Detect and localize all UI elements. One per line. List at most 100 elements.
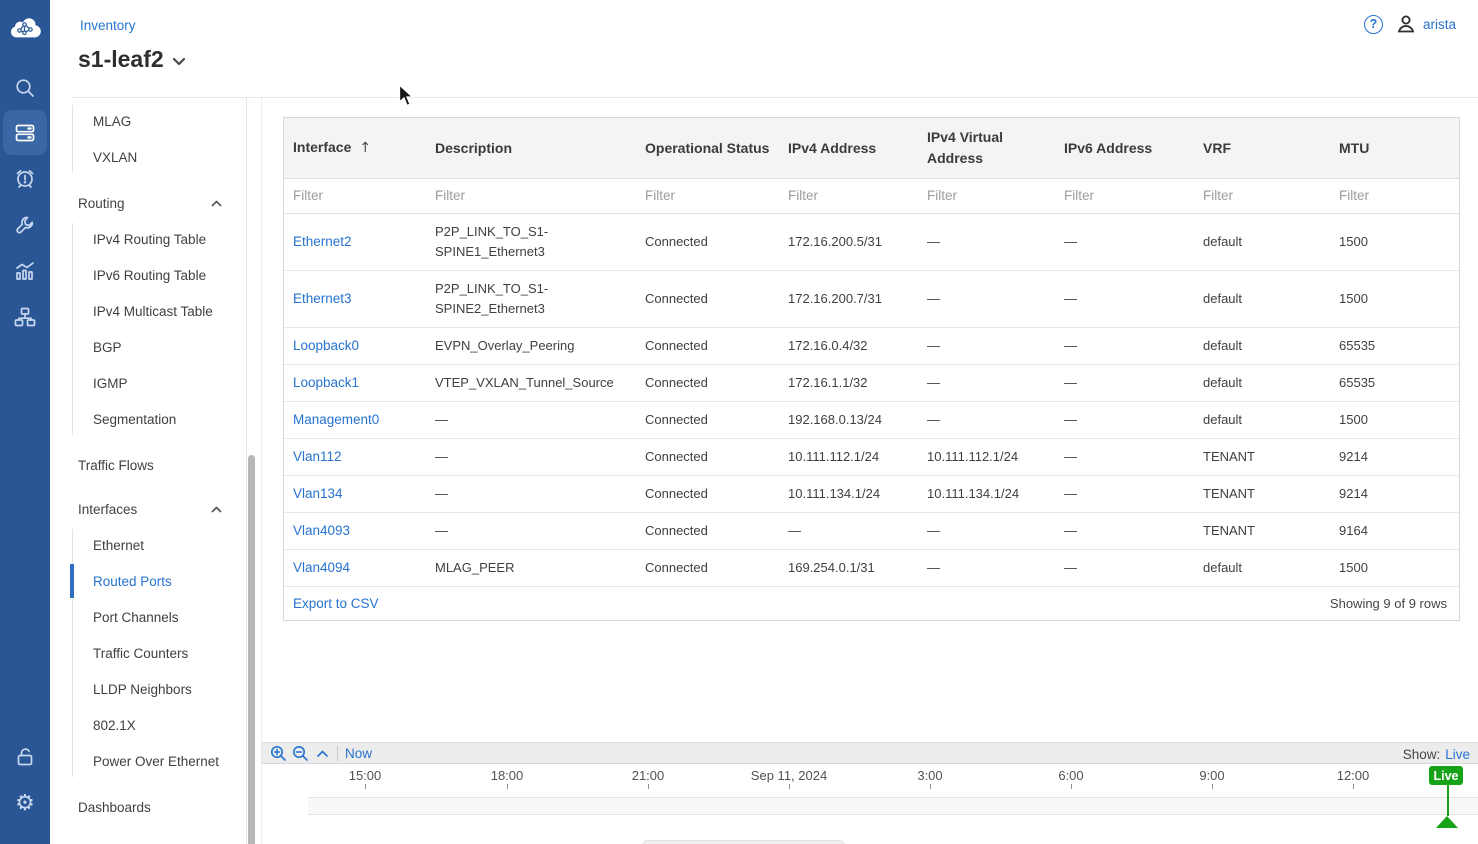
vrf-cell: TENANT: [1194, 476, 1330, 512]
cloudvision-logo-icon[interactable]: [8, 15, 42, 41]
ipv6-cell: —: [1055, 365, 1194, 401]
table-header-row: Interface↑ Description Operational Statu…: [284, 118, 1459, 179]
sidebar-item-ipv4-multicast-table[interactable]: IPv4 Multicast Table: [50, 293, 246, 329]
device-sidebar: MLAG VXLAN Routing IPv4 Routing Table IP…: [50, 98, 247, 844]
tick-mark: [1212, 784, 1213, 789]
description-cell: —: [426, 513, 636, 549]
ipv4-virtual-cell: —: [918, 328, 1055, 364]
breadcrumb-inventory[interactable]: Inventory: [80, 18, 136, 33]
interface-link[interactable]: Vlan4094: [284, 550, 426, 586]
sidebar-scrollbar[interactable]: [248, 455, 255, 844]
sidebar-item-port-channels[interactable]: Port Channels: [50, 599, 246, 635]
tick-mark: [507, 784, 508, 789]
sidebar-item-power-over-ethernet[interactable]: Power Over Ethernet: [50, 743, 246, 779]
vrf-cell: default: [1194, 224, 1330, 260]
sidebar-item-ipv4-routing-table[interactable]: IPv4 Routing Table: [50, 221, 246, 257]
interface-link[interactable]: Loopback0: [284, 328, 426, 364]
interface-link[interactable]: Ethernet3: [284, 281, 426, 317]
export-to-csv-link[interactable]: Export to CSV: [293, 596, 379, 611]
filter-input-ipv6-address[interactable]: Filter: [1055, 179, 1194, 213]
timeline-collapse-icon[interactable]: [311, 743, 333, 763]
table-row: Loopback1 VTEP_VXLAN_Tunnel_Source Conne…: [284, 365, 1459, 402]
column-header-vrf[interactable]: VRF: [1194, 129, 1330, 168]
sidebar-item-8021x[interactable]: 802.1X: [50, 707, 246, 743]
live-cursor-badge[interactable]: Live: [1429, 766, 1463, 785]
filter-input-ipv4-address[interactable]: Filter: [779, 179, 918, 213]
interface-link[interactable]: Vlan4093: [284, 513, 426, 549]
sidebar-item-mlag[interactable]: MLAG: [50, 103, 246, 139]
tick-mark: [1353, 784, 1354, 789]
settings-gear-icon[interactable]: ⚙: [0, 786, 50, 822]
topology-icon[interactable]: [0, 299, 50, 335]
ipv4-virtual-cell: —: [918, 402, 1055, 438]
sidebar-item-vxlan[interactable]: VXLAN: [50, 139, 246, 175]
tick-label: 15:00: [349, 768, 382, 783]
tick-label: 6:00: [1058, 768, 1083, 783]
sidebar-item-bgp[interactable]: BGP: [50, 329, 246, 365]
description-cell: —: [426, 402, 636, 438]
metrics-chart-icon[interactable]: [0, 253, 50, 289]
tick-label: 21:00: [632, 768, 665, 783]
sidebar-item-routed-ports[interactable]: Routed Ports: [50, 563, 246, 599]
provisioning-wrench-icon[interactable]: [0, 207, 50, 243]
timeline-now-link[interactable]: Now: [345, 746, 372, 761]
column-header-mtu[interactable]: MTU: [1330, 129, 1459, 168]
sidebar-item-igmp[interactable]: IGMP: [50, 365, 246, 401]
search-icon[interactable]: [0, 70, 50, 106]
filter-input-ipv4-virtual-address[interactable]: Filter: [918, 179, 1055, 213]
page-title: s1-leaf2: [78, 46, 164, 73]
tick-label-date: Sep 11, 2024: [751, 768, 827, 783]
interface-link[interactable]: Loopback1: [284, 365, 426, 401]
device-selector[interactable]: s1-leaf2: [78, 46, 186, 73]
timeline-lane[interactable]: [308, 798, 1478, 814]
column-header-ipv4-address[interactable]: IPv4 Address: [779, 129, 918, 168]
column-header-operational-status[interactable]: Operational Status: [636, 129, 779, 168]
sidebar-item-traffic-flows[interactable]: Traffic Flows: [50, 447, 246, 483]
ipv4-cell: 172.16.200.5/31: [779, 224, 918, 260]
filter-input-mtu[interactable]: Filter: [1330, 179, 1459, 213]
events-alarm-icon[interactable]: [0, 160, 50, 196]
sidebar-item-segmentation[interactable]: Segmentation: [50, 401, 246, 437]
header-actions: ? arista: [1364, 13, 1456, 35]
sidebar-item-lldp-neighbors[interactable]: LLDP Neighbors: [50, 671, 246, 707]
timeline-zoom-out-icon[interactable]: [289, 743, 311, 763]
help-icon[interactable]: ?: [1364, 15, 1383, 34]
unlock-icon[interactable]: [0, 739, 50, 775]
column-header-ipv6-address[interactable]: IPv6 Address: [1055, 129, 1194, 168]
sidebar-item-ethernet[interactable]: Ethernet: [50, 527, 246, 563]
table-row: Vlan112 — Connected 10.111.112.1/24 10.1…: [284, 439, 1459, 476]
interface-link[interactable]: Ethernet2: [284, 224, 426, 260]
interface-link[interactable]: Vlan112: [284, 439, 426, 475]
filter-input-operational-status[interactable]: Filter: [636, 179, 779, 213]
timeline-scrollbar[interactable]: [642, 840, 845, 844]
mtu-cell: 1500: [1330, 224, 1459, 260]
vrf-cell: default: [1194, 365, 1330, 401]
column-header-interface[interactable]: Interface↑: [284, 128, 426, 168]
table-footer: Export to CSV Showing 9 of 9 rows: [284, 587, 1459, 620]
mtu-cell: 9214: [1330, 439, 1459, 475]
description-cell: P2P_LINK_TO_S1-SPINE1_Ethernet3: [426, 214, 636, 270]
filter-input-vrf[interactable]: Filter: [1194, 179, 1330, 213]
description-cell: P2P_LINK_TO_S1-SPINE2_Ethernet3: [426, 271, 636, 327]
ipv6-cell: —: [1055, 281, 1194, 317]
inventory-devices-icon[interactable]: [3, 110, 47, 155]
row-count: Showing 9 of 9 rows: [1330, 596, 1447, 611]
column-header-ipv4-virtual-address[interactable]: IPv4 Virtual Address: [918, 118, 1055, 178]
sidebar-item-traffic-counters[interactable]: Traffic Counters: [50, 635, 246, 671]
sidebar-item-ipv6-routing-table[interactable]: IPv6 Routing Table: [50, 257, 246, 293]
sidebar-section-routing[interactable]: Routing: [50, 185, 246, 221]
lane-border: [308, 814, 1478, 815]
column-header-description[interactable]: Description: [426, 129, 636, 168]
timeline-zoom-in-icon[interactable]: [267, 743, 289, 763]
description-cell: —: [426, 476, 636, 512]
interface-link[interactable]: Vlan134: [284, 476, 426, 512]
user-menu[interactable]: arista: [1395, 13, 1456, 35]
interface-link[interactable]: Management0: [284, 402, 426, 438]
cloudvision-app: ⚙ Inventory s1-leaf2 ? arista MLAG VXLAN: [0, 0, 1478, 844]
filter-input-interface[interactable]: Filter: [284, 179, 426, 213]
ipv6-cell: —: [1055, 439, 1194, 475]
show-live-link[interactable]: Live: [1445, 747, 1470, 762]
filter-input-description[interactable]: Filter: [426, 179, 636, 213]
sidebar-section-interfaces[interactable]: Interfaces: [50, 491, 246, 527]
sidebar-item-dashboards[interactable]: Dashboards: [50, 789, 246, 825]
